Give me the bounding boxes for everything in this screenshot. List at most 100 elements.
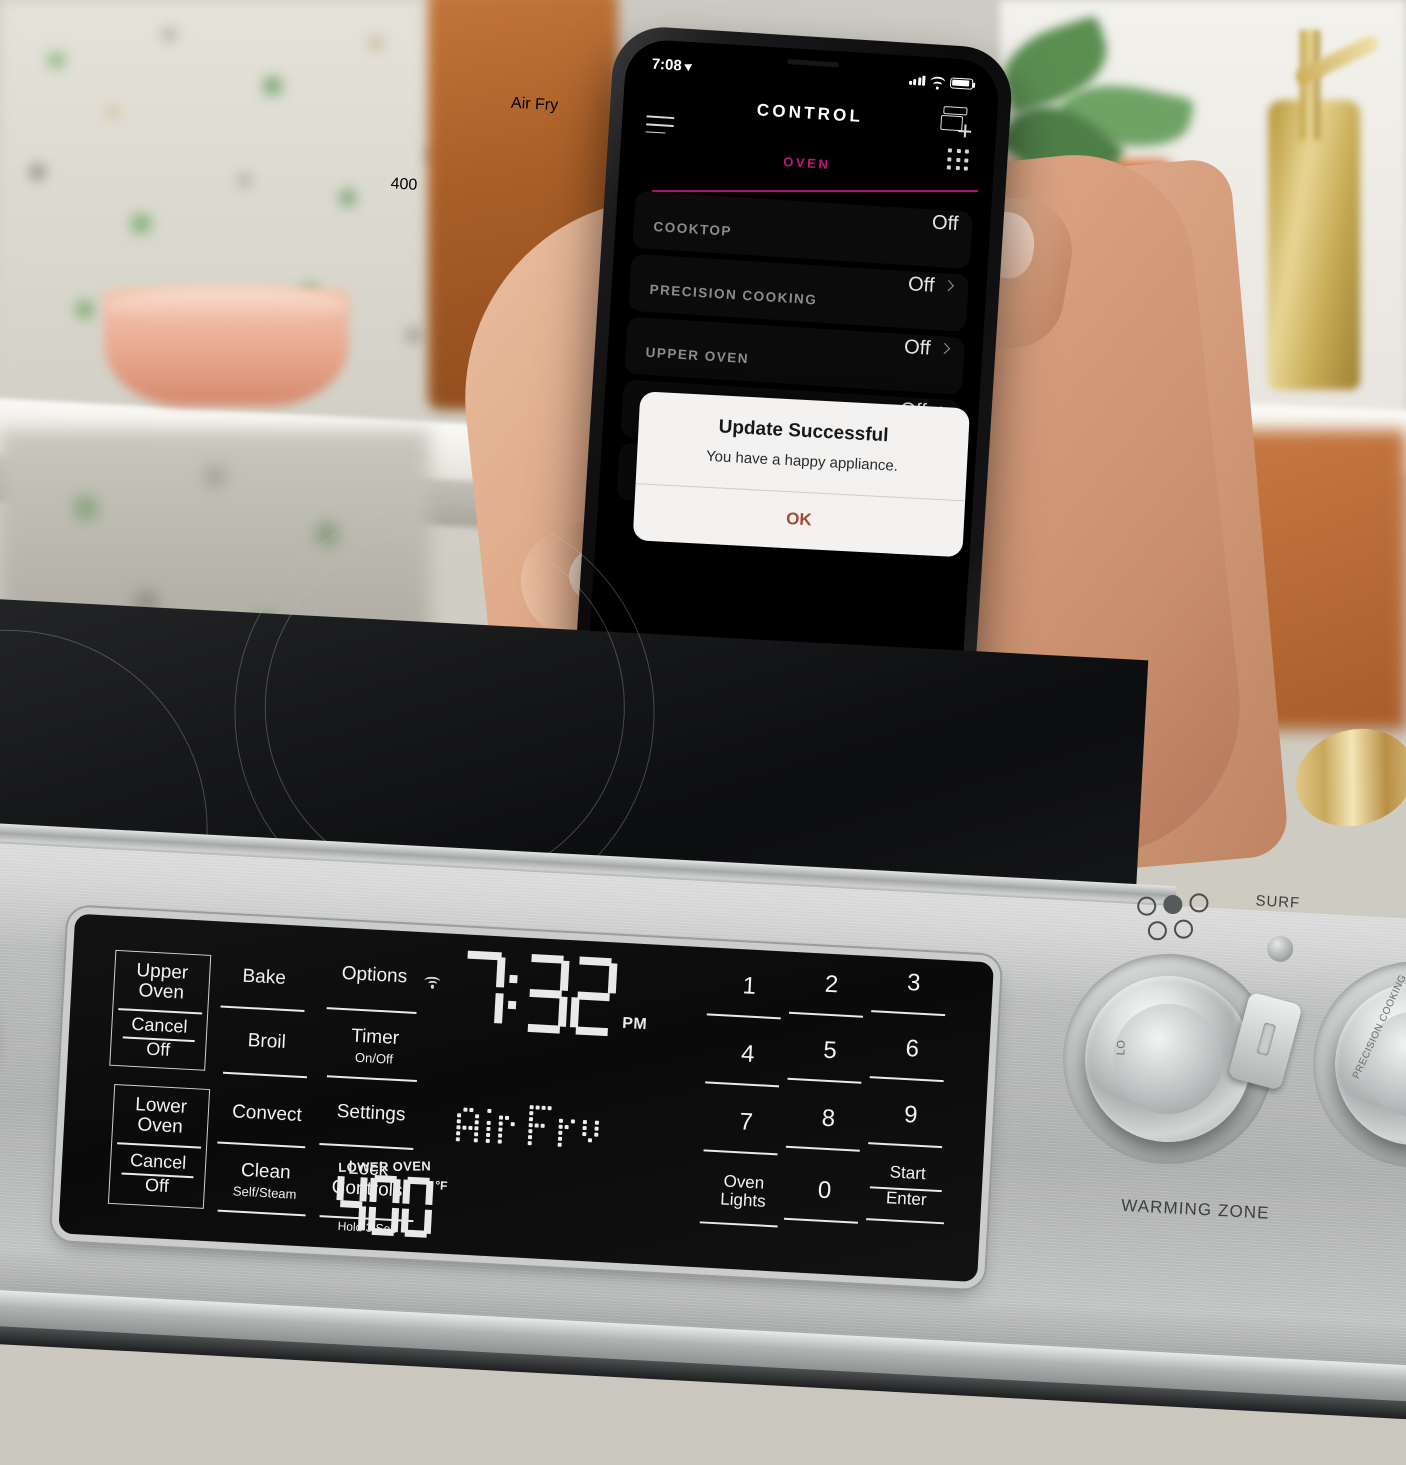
cancel-label: Cancel (130, 1013, 188, 1037)
cancel-label: Cancel (129, 1149, 187, 1173)
device-status: Off (907, 273, 936, 297)
oven-touchpad[interactable]: Upper Oven Cancel Off Lower Oven Cancel (58, 95, 994, 1283)
battery-icon (949, 76, 974, 90)
key-5-underline (787, 1077, 862, 1084)
dotmatrix-air-fry (455, 1101, 600, 1148)
device-name: COOKTOP (653, 219, 733, 239)
start-enter-underline (866, 1218, 945, 1225)
wifi-icon (929, 75, 946, 90)
options-label: Options (341, 962, 408, 988)
clock-min-ones (569, 956, 618, 1037)
key-8-underline (785, 1145, 860, 1152)
key-0[interactable]: 0 (789, 1176, 860, 1205)
lower-oven-label-2: Oven (136, 1114, 184, 1138)
device-status: Off (903, 336, 932, 360)
brass-bottle-neck (1300, 30, 1320, 140)
oven-lights-button[interactable]: Oven Lights (703, 1171, 785, 1211)
clean-label: Clean (240, 1159, 292, 1184)
knob-lo-mark: LO (1115, 1039, 1128, 1056)
device-name: UPPER OVEN (645, 344, 750, 367)
bake-underline (220, 1005, 305, 1012)
key-6-underline (869, 1076, 944, 1083)
options-button[interactable]: Options (322, 963, 427, 989)
key-9-underline (868, 1142, 943, 1149)
key-2[interactable]: 2 (796, 970, 867, 999)
surface-label: SURF (1255, 892, 1301, 912)
update-dialog: Update Successful You have a happy appli… (632, 391, 970, 558)
key-4[interactable]: 4 (712, 1040, 783, 1069)
oven-lights-label-2: Lights (719, 1189, 767, 1211)
lower-oven-button[interactable]: Lower Oven (112, 1094, 210, 1139)
oven-mode-display: Air Fry (455, 95, 600, 1148)
temp-text: 400 (390, 175, 418, 194)
signal-icon (908, 75, 926, 86)
clock-hour-digit (458, 950, 506, 1030)
oven-range: Upper Oven Cancel Off Lower Oven Cancel (0, 95, 1406, 1465)
key-0-underline (784, 1217, 859, 1224)
key-7[interactable]: 7 (711, 1108, 782, 1137)
key-6[interactable]: 6 (877, 1035, 948, 1064)
hamburger-menu-icon[interactable] (645, 115, 675, 140)
start-label: Start (889, 1162, 927, 1184)
bake-label: Bake (241, 965, 287, 989)
timer-underline (326, 1075, 417, 1083)
broil-label: Broil (247, 1030, 287, 1054)
settings-button[interactable]: Settings (313, 1101, 430, 1127)
timer-label: Timer (350, 1025, 400, 1050)
clean-button[interactable]: Clean Self/Steam (212, 1159, 318, 1205)
device-status: Off (931, 211, 960, 236)
status-time: 7:08 (651, 55, 683, 74)
key-3-underline (871, 1010, 946, 1017)
brass-oil-bottle (1268, 100, 1360, 390)
grid-menu-icon[interactable] (946, 148, 970, 171)
key-1-underline (706, 1013, 781, 1020)
add-device-icon[interactable] (940, 104, 976, 138)
clock-meridiem: PM (621, 1014, 648, 1034)
options-underline (326, 1007, 417, 1014)
pink-bowl-rim (104, 288, 349, 324)
convect-underline (217, 1141, 306, 1149)
tab-active-indicator (652, 190, 979, 193)
upper-oven-button[interactable]: Upper Oven (113, 960, 211, 1005)
location-arrow-icon (684, 60, 695, 72)
bake-button[interactable]: Bake (218, 965, 311, 990)
chevron-right-icon (942, 280, 955, 292)
off-label: Off (144, 1174, 170, 1196)
key-5[interactable]: 5 (794, 1036, 865, 1065)
key-3[interactable]: 3 (878, 969, 949, 998)
chevron-right-icon (938, 342, 951, 355)
off-label: Off (145, 1038, 171, 1060)
timer-button[interactable]: Timer On/Off (322, 1025, 428, 1071)
convect-button[interactable]: Convect (210, 1101, 323, 1127)
clean-sublabel: Self/Steam (232, 1183, 297, 1202)
lower-oven-temp-group: LOWER OVEN °F 400 (334, 175, 448, 1245)
settings-label: Settings (336, 1100, 406, 1126)
key-2-underline (788, 1011, 863, 1018)
clock-min-tens (522, 953, 570, 1034)
key-4-underline (705, 1081, 780, 1088)
broil-button[interactable]: Broil (220, 1030, 313, 1055)
oven-lights-underline (699, 1221, 778, 1228)
enter-label: Enter (885, 1188, 928, 1210)
settings-underline (319, 1142, 414, 1150)
key-8[interactable]: 8 (793, 1104, 864, 1133)
timer-sublabel: On/Off (354, 1049, 394, 1067)
lower-oven-temp-value: °F 400 (334, 175, 448, 1245)
start-enter-button[interactable]: Start (868, 1162, 947, 1184)
device-name: PRECISION COOKING (649, 281, 818, 308)
lower-oven-temp-label: LOWER OVEN (338, 1158, 432, 1175)
display-wifi-icon (423, 976, 441, 989)
upper-oven-label-2: Oven (138, 980, 185, 1004)
clean-underline (217, 1209, 306, 1217)
broil-underline (222, 1071, 307, 1079)
clock-display: PM (458, 950, 651, 1038)
key-7-underline (703, 1149, 778, 1156)
key-9[interactable]: 9 (875, 1101, 946, 1130)
convect-label: Convect (231, 1101, 303, 1126)
oven-mode-text: Air Fry (510, 94, 559, 115)
numeric-keypad: 1 2 3 4 5 6 7 8 9 Oven Lights 0 Start En… (692, 959, 975, 1265)
clock-colon (506, 953, 522, 1032)
enter-label-wrap: Enter (867, 1188, 946, 1210)
screenshot-root: 7:08 CONTROL OVEN COOKTOP Off PRECISION … (0, 0, 1406, 1465)
key-1[interactable]: 1 (714, 972, 785, 1001)
